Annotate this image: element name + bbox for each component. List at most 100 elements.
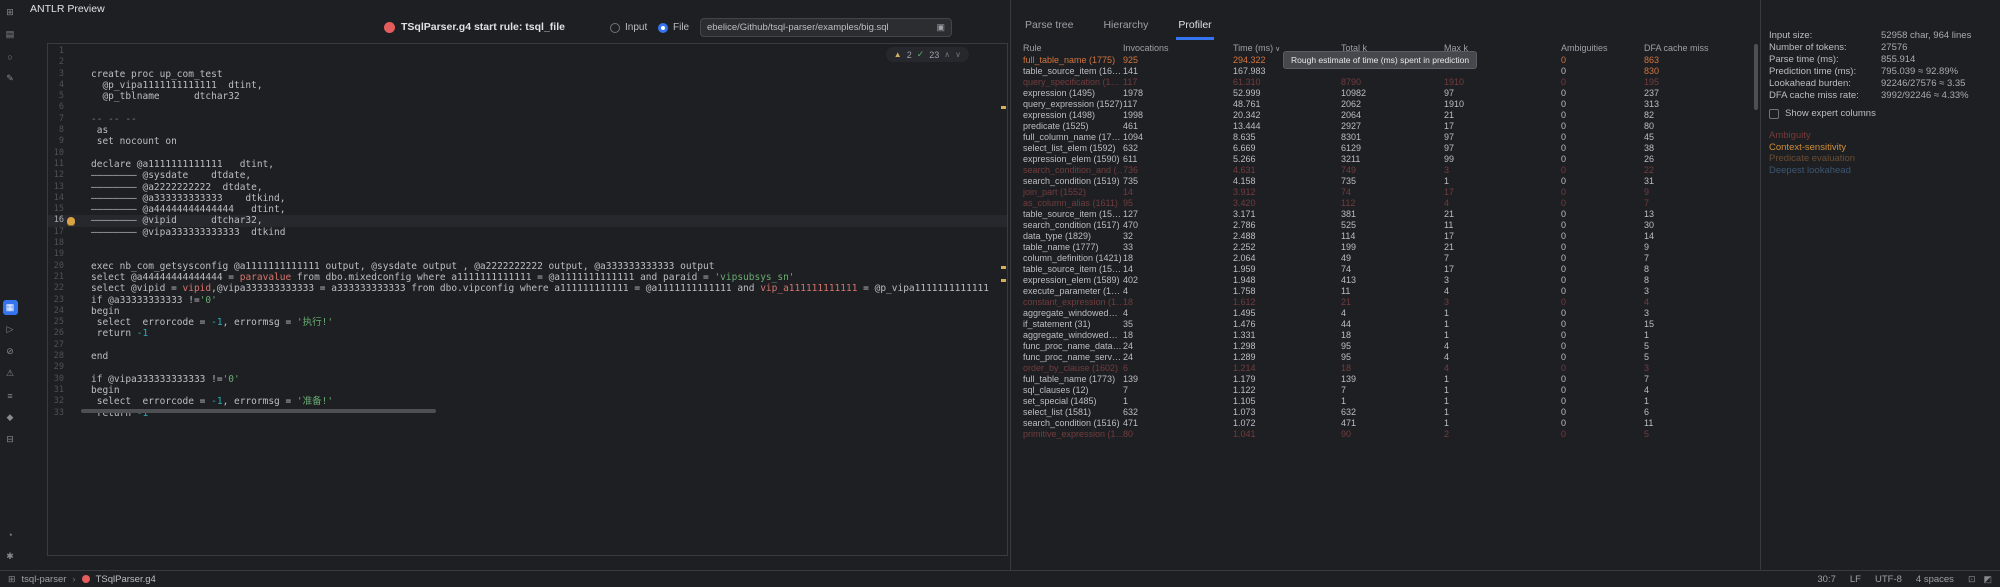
profiler-row[interactable]: sql_clauses (12)71.1227104 <box>1023 385 1750 396</box>
debug-icon[interactable]: ⊘ <box>3 344 18 359</box>
code-line[interactable] <box>91 238 1007 249</box>
code-line[interactable]: exec nb_com_getsysconfig @a1111111111111… <box>91 261 1007 272</box>
column-header[interactable]: Ambiguities <box>1561 42 1644 55</box>
profiler-row[interactable]: expression (1495)197852.99910982970237 <box>1023 88 1750 99</box>
code-line[interactable]: select errorcode = -1, errormsg = '执行!' <box>91 317 1007 328</box>
status-project-name[interactable]: tsql-parser <box>22 574 67 585</box>
encoding-indicator[interactable]: UTF-8 <box>1875 574 1902 585</box>
error-stripe-mark[interactable] <box>1001 266 1006 269</box>
code-line[interactable]: begin <box>91 385 1007 396</box>
profiler-row[interactable]: expression_elem (1590)6115.266321199026 <box>1023 154 1750 165</box>
profiler-row[interactable]: expression_elem (1589)4021.948413308 <box>1023 275 1750 286</box>
antlr-preview-icon[interactable]: ▦ <box>3 300 18 315</box>
file-radio[interactable]: File <box>658 22 689 33</box>
tab-hierarchy[interactable]: Hierarchy <box>1101 19 1150 40</box>
show-expert-columns-checkbox[interactable]: Show expert columns <box>1769 108 1876 119</box>
terminal-toolwindow-icon[interactable]: ⊞ <box>8 574 16 585</box>
git-icon[interactable]: ◆ <box>3 410 18 425</box>
profiler-row[interactable]: search_condition (1516)4711.0724711011 <box>1023 418 1750 429</box>
profiler-row[interactable]: search_condition (1519)7354.1587351031 <box>1023 176 1750 187</box>
profiler-row[interactable]: search_condition_and (…7364.6317493022 <box>1023 165 1750 176</box>
profiler-row[interactable]: expression (1498)199820.342206421082 <box>1023 110 1750 121</box>
tab-profiler[interactable]: Profiler <box>1176 19 1213 40</box>
tab-parse-tree[interactable]: Parse tree <box>1023 19 1075 40</box>
find-icon[interactable]: ○ <box>3 49 18 64</box>
caret-position[interactable]: 30:7 <box>1817 574 1836 585</box>
problems-icon[interactable]: ⚠ <box>3 366 18 381</box>
line-ending-indicator[interactable]: LF <box>1850 574 1861 585</box>
notifications-bell-icon[interactable]: ◩ <box>1983 574 1992 585</box>
code-line[interactable] <box>91 46 1007 57</box>
code-line[interactable]: end <box>91 351 1007 362</box>
code-line[interactable]: if @a33333333333 !='0' <box>91 295 1007 306</box>
profiler-row[interactable]: table_source_item (15…1273.17138121013 <box>1023 209 1750 220</box>
readonly-lock-icon[interactable]: ⊡ <box>1968 574 1976 585</box>
profiler-row[interactable]: table_name (1777)332.2521992109 <box>1023 242 1750 253</box>
code-line[interactable]: select @vipid = vipid,@vipa333333333333 … <box>91 283 1007 294</box>
profiler-row[interactable]: as_column_alias (1611)953.420112407 <box>1023 198 1750 209</box>
profiler-row[interactable]: primitive_expression (1…801.04190205 <box>1023 429 1750 440</box>
profiler-row[interactable]: constant_expression (1…181.61221304 <box>1023 297 1750 308</box>
code-line[interactable] <box>91 57 1007 68</box>
status-file-name[interactable]: TSqlParser.g4 <box>96 574 156 585</box>
inspections-widget[interactable]: ▲ 2 ✓ 23 ∧ ∨ <box>886 47 969 62</box>
column-header[interactable]: DFA cache miss <box>1644 42 1750 55</box>
code-line[interactable]: @p_vipa1111111111111 dtint, <box>91 80 1007 91</box>
code-line[interactable]: select @a44444444444444 = paravalue from… <box>91 272 1007 283</box>
bookmarks-icon[interactable]: ✎ <box>3 71 18 86</box>
column-header[interactable]: Invocations <box>1123 42 1233 55</box>
code-line[interactable]: set nocount on <box>91 136 1007 147</box>
profiler-row[interactable]: join_part (1552)143.912741709 <box>1023 187 1750 198</box>
code-line[interactable]: select errorcode = -1, errormsg = '准备!' <box>91 396 1007 407</box>
profiler-row[interactable]: if_statement (31)351.476441015 <box>1023 319 1750 330</box>
profiler-row[interactable]: func_proc_name_serv…241.28995405 <box>1023 352 1750 363</box>
code-area[interactable]: create proc up_com_test @p_vipa111111111… <box>91 46 1007 419</box>
code-line[interactable]: return -1 <box>91 328 1007 339</box>
structure-icon[interactable]: ▤ <box>3 27 18 42</box>
profiler-row[interactable]: data_type (1829)322.48811417014 <box>1023 231 1750 242</box>
column-header[interactable]: Rule <box>1023 42 1123 55</box>
code-line[interactable] <box>91 249 1007 260</box>
profiler-row[interactable]: predicate (1525)46113.444292717080 <box>1023 121 1750 132</box>
code-line[interactable] <box>91 340 1007 351</box>
code-line[interactable] <box>91 362 1007 373</box>
input-radio[interactable]: Input <box>610 22 647 33</box>
code-line[interactable]: if @vipa333333333333 !='0' <box>91 374 1007 385</box>
profiler-row[interactable]: select_list_elem (1592)6326.669612997038 <box>1023 143 1750 154</box>
file-path-field[interactable]: ebelice/Github/tsql-parser/examples/big.… <box>700 18 952 37</box>
profiler-row[interactable]: query_expression (1527)11748.76120621910… <box>1023 99 1750 110</box>
profiler-row[interactable]: search_condition (1517)4702.78652511030 <box>1023 220 1750 231</box>
intention-bulb-icon[interactable] <box>67 217 75 225</box>
error-stripe-mark[interactable] <box>1001 106 1006 109</box>
code-line[interactable] <box>91 148 1007 159</box>
code-line[interactable]: declare @a1111111111111 dtint, <box>91 159 1007 170</box>
profiler-row[interactable]: execute_parameter (1…41.75811403 <box>1023 286 1750 297</box>
profiler-row[interactable]: order_by_clause (1602)61.21418403 <box>1023 363 1750 374</box>
project-icon[interactable]: ⊞ <box>3 5 18 20</box>
profiler-row[interactable]: func_proc_name_data…241.29895405 <box>1023 341 1750 352</box>
code-line[interactable]: begin <box>91 306 1007 317</box>
code-line[interactable]: ———————— @a333333333333 dtkind, <box>91 193 1007 204</box>
error-stripe-mark[interactable] <box>1001 279 1006 282</box>
profiler-row[interactable]: query_specification (1…11761.31087901910… <box>1023 77 1750 88</box>
code-line[interactable] <box>91 102 1007 113</box>
profiler-row[interactable]: column_definition (1421)182.06449707 <box>1023 253 1750 264</box>
run-icon[interactable]: ▷ <box>3 322 18 337</box>
code-line[interactable]: ———————— @a44444444444444 dtint, <box>91 204 1007 215</box>
code-line[interactable]: ———————— @vipid dtchar32, <box>91 215 1007 226</box>
terminal-icon[interactable]: ≡ <box>3 388 18 403</box>
editor[interactable]: 1234567891011121314151617181920212223242… <box>47 43 1008 556</box>
editor-hscrollbar[interactable] <box>81 409 436 413</box>
profiler-row[interactable]: full_column_name (17…10948.635830197045 <box>1023 132 1750 143</box>
profiler-row[interactable]: aggregate_windowed…181.33118101 <box>1023 330 1750 341</box>
table-vscrollbar[interactable] <box>1754 44 1758 110</box>
profiler-row[interactable]: set_special (1485)11.1051101 <box>1023 396 1750 407</box>
prev-problem-icon[interactable]: ∧ <box>944 50 950 59</box>
profiler-row[interactable]: table_source_item (15…141.959741708 <box>1023 264 1750 275</box>
notifications-icon[interactable]: ◔ <box>3 527 18 542</box>
code-line[interactable]: ———————— @vipa333333333333 dtkind <box>91 227 1007 238</box>
profiler-row[interactable]: select_list (1581)6321.073632106 <box>1023 407 1750 418</box>
code-line[interactable]: as <box>91 125 1007 136</box>
code-line[interactable]: ———————— @a2222222222 dtdate, <box>91 182 1007 193</box>
code-line[interactable]: @p_tblname dtchar32 <box>91 91 1007 102</box>
